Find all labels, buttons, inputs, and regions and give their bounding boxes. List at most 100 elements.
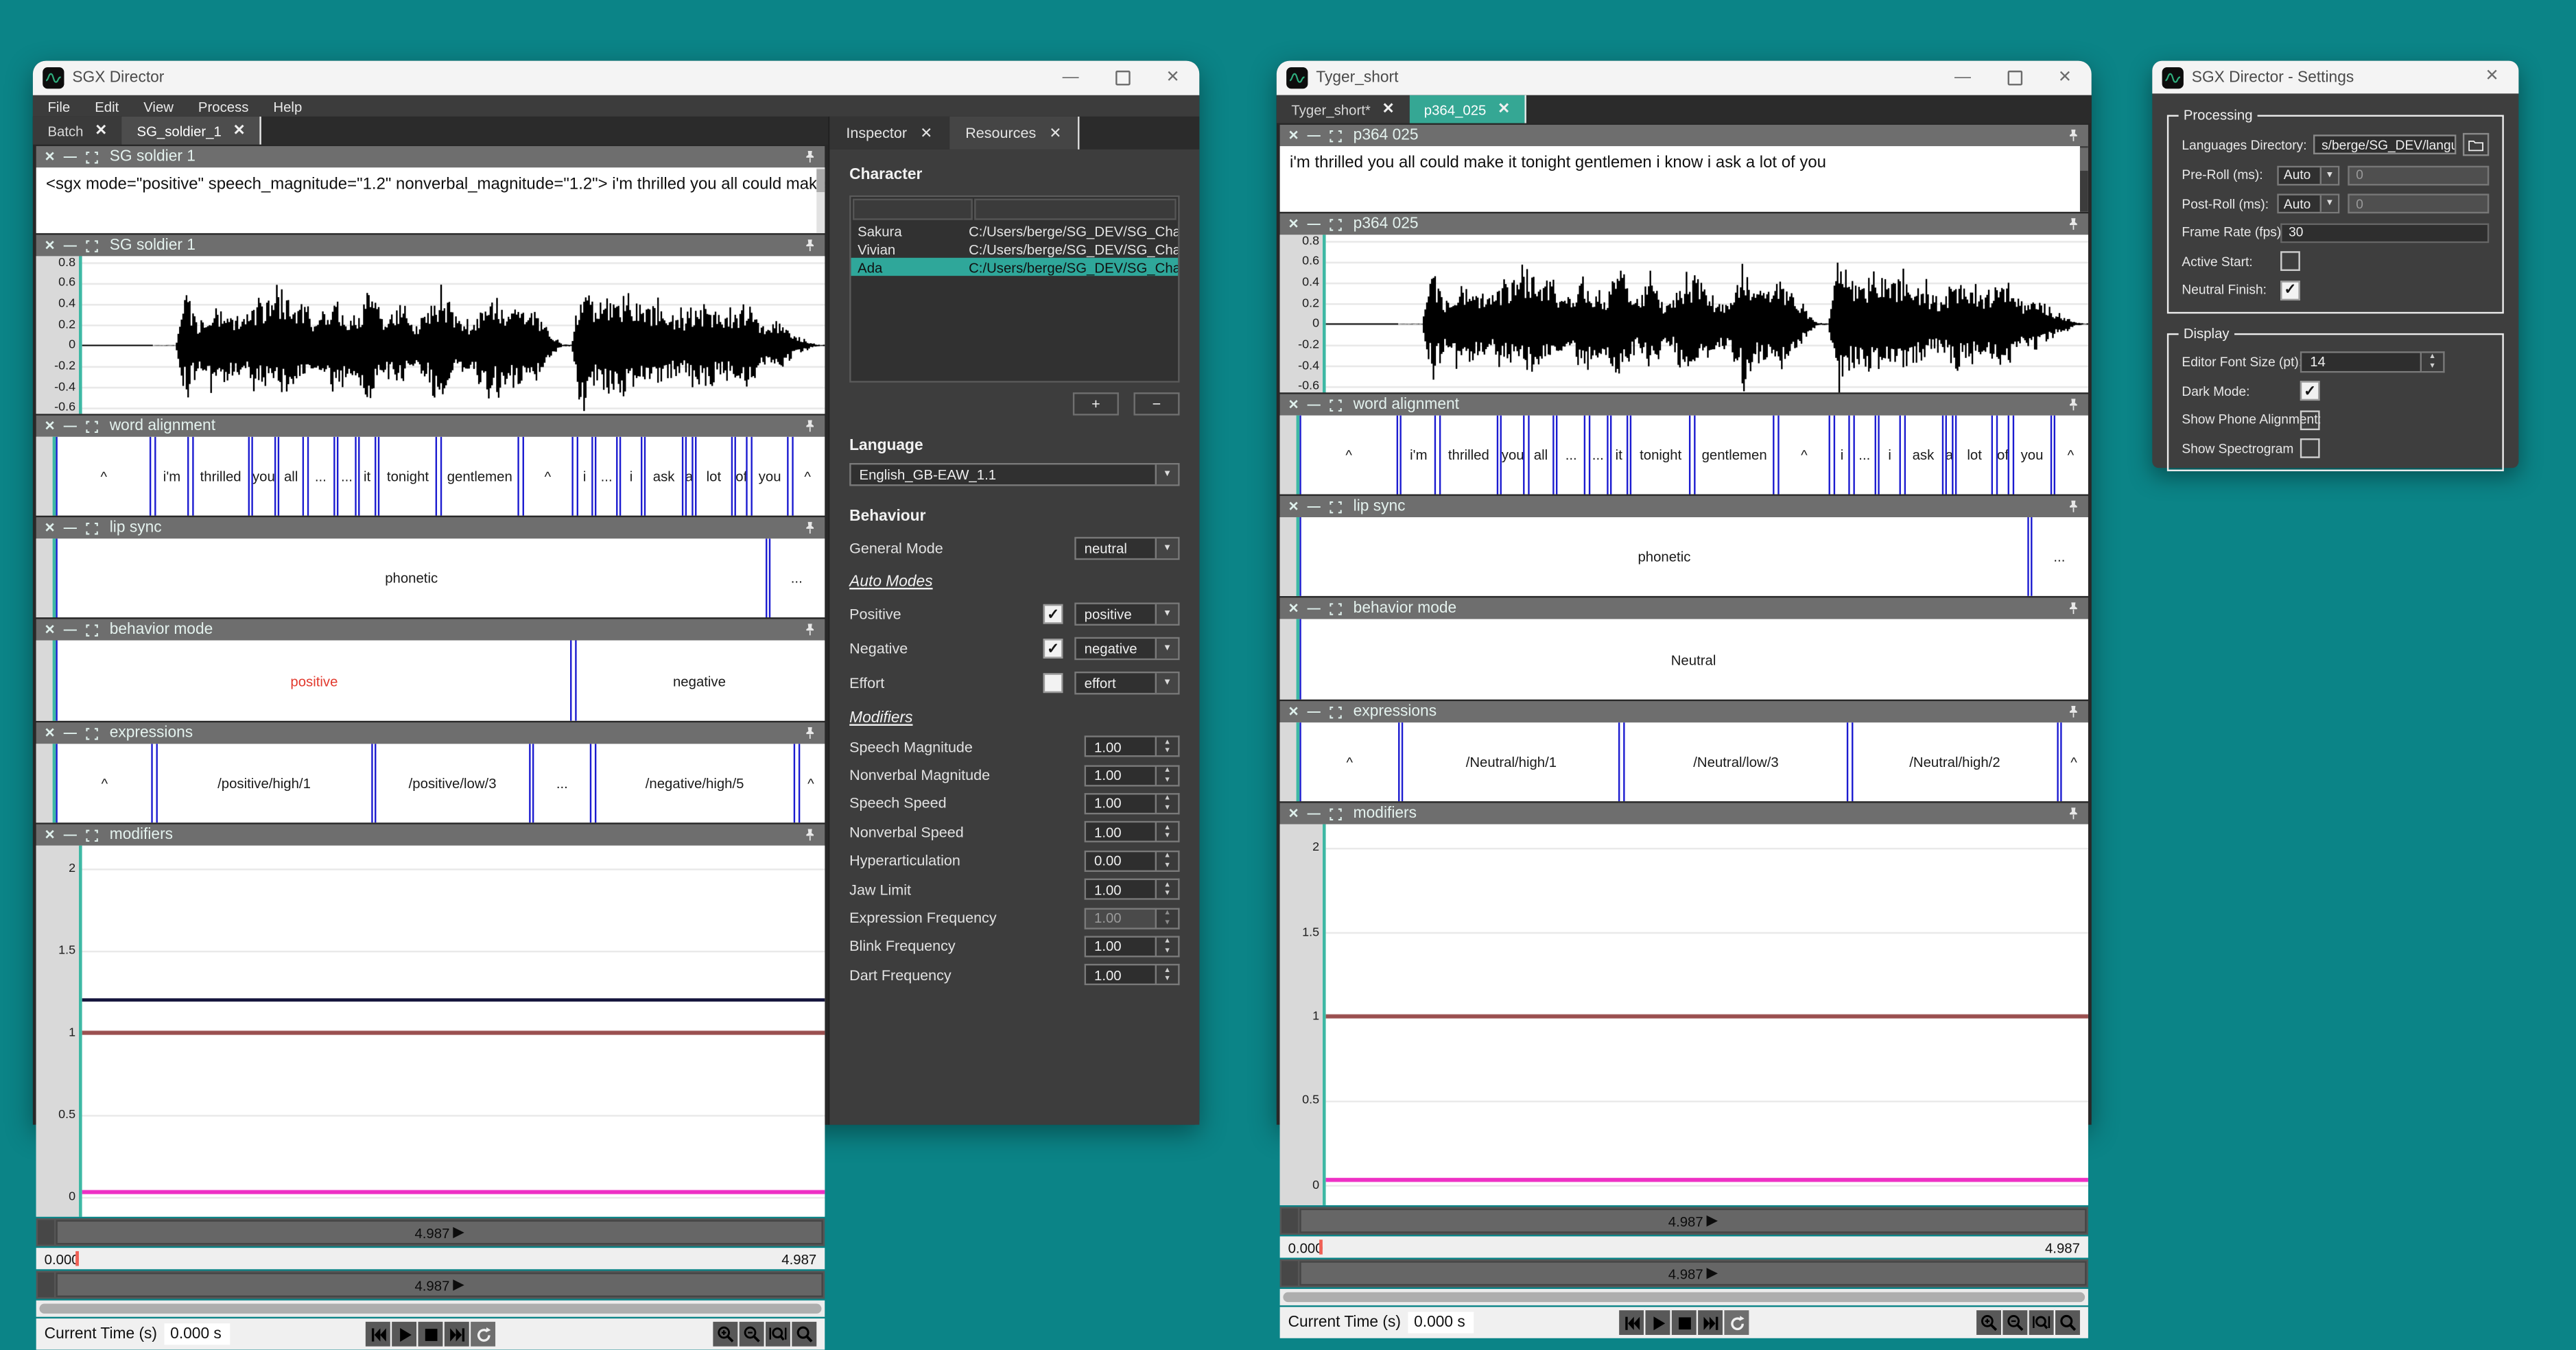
pin-icon[interactable] <box>803 521 816 536</box>
close-icon[interactable]: ✕ <box>1382 100 1395 118</box>
word-segment[interactable]: i <box>576 437 593 516</box>
spinner-arrows[interactable]: ▲▼ <box>1157 879 1180 900</box>
expression-segment[interactable]: /positive/low/3 <box>375 744 530 822</box>
modifiers-display[interactable] <box>1326 825 2088 1205</box>
scrollbar[interactable] <box>2080 146 2088 212</box>
tab-inspector[interactable]: Inspector✕ <box>829 117 949 150</box>
time-slider-bottom[interactable]: 4.987 ▶ <box>1280 1259 2088 1288</box>
chevron-down-icon[interactable]: ▼ <box>1155 464 1179 484</box>
word-segment[interactable]: it <box>1610 416 1627 495</box>
float-icon[interactable] <box>1329 500 1342 513</box>
modifier-spinbox[interactable]: 1.00 ▲▼ <box>1085 764 1180 785</box>
close-icon[interactable]: ✕ <box>1288 398 1299 411</box>
chevron-down-icon[interactable]: ▼ <box>2320 167 2338 183</box>
zoom-fit-icon[interactable] <box>2029 1310 2054 1335</box>
word-segment[interactable]: ^ <box>1777 416 1831 495</box>
expression-segment[interactable]: /Neutral/low/3 <box>1623 722 1850 801</box>
word-segment[interactable]: i'm <box>154 437 189 516</box>
word-segment[interactable]: thrilled <box>192 437 250 516</box>
chevron-down-icon[interactable]: ▼ <box>1155 673 1179 693</box>
close-icon[interactable]: ✕ <box>45 239 56 252</box>
minimize-icon[interactable]: — <box>64 521 77 534</box>
play-button[interactable] <box>1645 1310 1670 1335</box>
close-icon[interactable]: ✕ <box>45 420 56 433</box>
word-segment[interactable]: thrilled <box>1439 416 1498 495</box>
word-segment[interactable]: lot <box>1956 416 1994 495</box>
expression-segment[interactable]: ... <box>532 744 591 822</box>
float-icon[interactable] <box>1329 807 1342 820</box>
word-segment[interactable]: ... <box>338 437 357 516</box>
modifiers-display[interactable] <box>82 846 825 1217</box>
float-icon[interactable] <box>85 829 98 842</box>
word-segment[interactable]: a <box>685 437 693 516</box>
close-icon[interactable]: ✕ <box>920 124 932 142</box>
character-row[interactable]: Sakura C:/Users/berge/SG_DEV/SG_Characte… <box>851 222 1179 239</box>
show-phone-checkbox[interactable]: ✓ <box>2300 410 2320 429</box>
close-button[interactable]: ✕ <box>2058 70 2072 86</box>
word-segment[interactable]: lot <box>696 437 733 516</box>
auto-mode-checkbox[interactable]: ✓ <box>1043 604 1063 624</box>
minimize-icon[interactable]: — <box>1308 807 1321 820</box>
folder-icon[interactable] <box>2463 133 2489 156</box>
close-icon[interactable]: ✕ <box>1288 602 1299 615</box>
word-segment[interactable]: tonight <box>378 437 438 516</box>
lip-sync-segment[interactable]: ... <box>770 538 823 617</box>
pin-icon[interactable] <box>2067 397 2080 412</box>
loop-button[interactable] <box>1724 1310 1749 1335</box>
zoom-in-icon[interactable] <box>1976 1310 2001 1335</box>
tab-resources[interactable]: Resources✕ <box>949 117 1080 150</box>
word-segment[interactable]: i <box>620 437 642 516</box>
word-segment[interactable]: of <box>735 437 748 516</box>
current-time-value[interactable]: 0.000 s <box>1408 1312 1474 1333</box>
minimize-icon[interactable]: — <box>64 150 77 163</box>
word-segment[interactable]: ... <box>1853 416 1876 495</box>
float-icon[interactable] <box>1329 129 1342 142</box>
pin-icon[interactable] <box>803 150 816 165</box>
expression-segment[interactable]: ^ <box>56 744 153 822</box>
auto-mode-checkbox[interactable]: ✓ <box>1043 673 1063 693</box>
skip-start-button[interactable] <box>366 1322 390 1347</box>
word-segment[interactable]: ^ <box>1299 416 1398 495</box>
word-segment[interactable]: gentlemen <box>440 437 519 516</box>
time-slider-bottom[interactable]: 4.987 ▶ <box>36 1271 825 1299</box>
scrollbar[interactable] <box>816 167 825 233</box>
maximize-button[interactable] <box>2007 71 2022 86</box>
lip-sync-segment[interactable]: ... <box>2031 517 2085 596</box>
postroll-mode-select[interactable]: Auto ▼ <box>2277 193 2339 213</box>
minimize-icon[interactable]: — <box>64 623 77 636</box>
spinner-arrows[interactable]: ▲▼ <box>1157 793 1180 814</box>
word-segment[interactable]: you <box>2012 416 2051 495</box>
modifier-spinbox[interactable]: 1.00 ▲▼ <box>1085 736 1180 757</box>
pin-icon[interactable] <box>803 622 816 637</box>
waveform-display[interactable] <box>1326 235 2088 392</box>
play-button[interactable] <box>392 1322 416 1347</box>
remove-character-button[interactable]: − <box>1133 392 1179 416</box>
word-segment[interactable]: ^ <box>792 437 823 516</box>
dark-mode-checkbox[interactable]: ✓ <box>2300 381 2320 401</box>
spinner-arrows[interactable]: ▲▼ <box>1157 764 1180 785</box>
expression-segment[interactable]: ^ <box>2061 722 2086 801</box>
pin-icon[interactable] <box>803 238 816 253</box>
minimize-icon[interactable]: — <box>1308 217 1321 230</box>
horizontal-scrollbar[interactable] <box>1280 1289 2088 1305</box>
character-row[interactable]: Ada C:/Users/berge/SG_DEV/SG_Characte... <box>851 258 1179 276</box>
zoom-fit-icon[interactable] <box>766 1322 790 1347</box>
pin-icon[interactable] <box>2067 128 2080 143</box>
minimize-icon[interactable]: — <box>1308 705 1321 718</box>
modifier-spinbox[interactable]: 0.00 ▲▼ <box>1085 850 1180 871</box>
word-segment[interactable]: i <box>1833 416 1850 495</box>
minimize-button[interactable]: — <box>1063 70 1079 86</box>
skip-start-button[interactable] <box>1619 1310 1644 1335</box>
float-icon[interactable] <box>85 623 98 636</box>
chevron-down-icon[interactable]: ▼ <box>1155 639 1179 659</box>
horizontal-scrollbar[interactable] <box>36 1301 825 1317</box>
pin-icon[interactable] <box>2067 217 2080 232</box>
word-segment[interactable]: i <box>1878 416 1901 495</box>
minimize-icon[interactable]: — <box>1308 602 1321 615</box>
time-slider-top[interactable]: 4.987 ▶ <box>1280 1207 2088 1235</box>
close-icon[interactable]: ✕ <box>45 829 56 842</box>
behavior-segment[interactable]: Neutral <box>1299 619 2085 699</box>
tab-tyger-short[interactable]: Tyger_short*✕ <box>1277 95 1409 123</box>
minimize-icon[interactable]: — <box>64 726 77 739</box>
minimize-icon[interactable]: — <box>64 239 77 252</box>
